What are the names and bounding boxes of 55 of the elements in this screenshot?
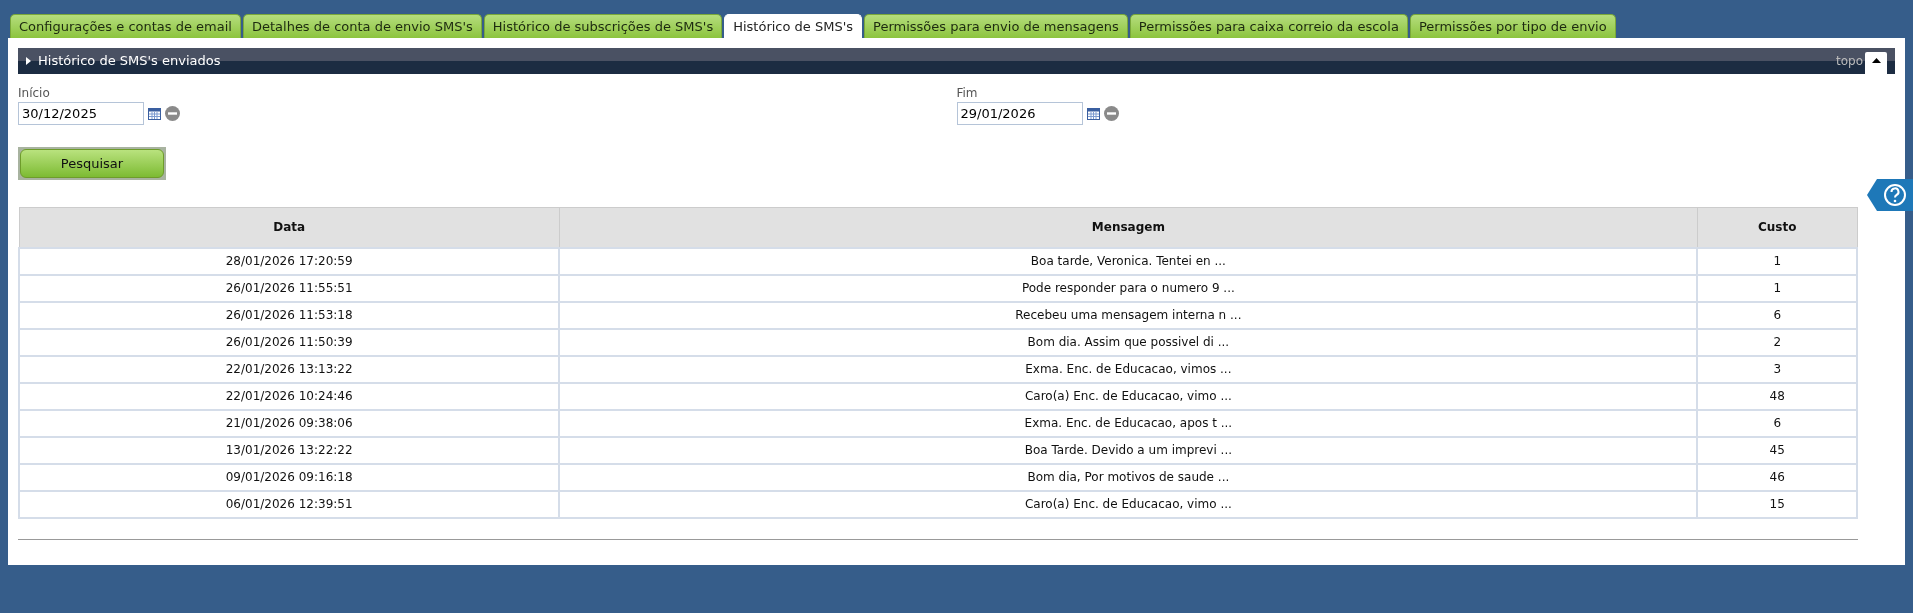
table-cell: Caro(a) Enc. de Educacao, vimo ... <box>559 490 1698 518</box>
section-title: Histórico de SMS's enviados <box>38 52 221 71</box>
tab[interactable]: Configurações e contas de email <box>10 14 241 38</box>
column-header: Mensagem <box>559 207 1698 248</box>
up-arrow-icon <box>1871 58 1881 63</box>
clear-icon[interactable] <box>165 106 180 121</box>
table-cell: 21/01/2026 09:38:06 <box>19 409 560 437</box>
tab[interactable]: Permissões para caixa correio da escola <box>1129 14 1408 38</box>
calendar-icon[interactable] <box>1086 107 1100 120</box>
table-cell: 13/01/2026 13:22:22 <box>19 436 560 464</box>
date-field[interactable]: 29/01/2026 <box>956 102 1083 125</box>
table-cell: 6 <box>1697 409 1857 437</box>
table-cell: 22/01/2026 13:13:22 <box>19 355 560 383</box>
search-button[interactable]: Pesquisar <box>20 149 164 178</box>
table-cell: 28/01/2026 17:20:59 <box>19 247 560 275</box>
table-cell: 1 <box>1697 247 1857 275</box>
table-cell: Pode responder para o numero 9 ... <box>559 274 1698 302</box>
expand-arrow-icon[interactable] <box>26 57 31 65</box>
table-cell: Boa tarde, Veronica. Tentei en ... <box>559 247 1698 275</box>
table-cell: 6 <box>1697 301 1857 329</box>
column-header: Custo <box>1697 207 1857 248</box>
table-cell: 48 <box>1697 382 1857 410</box>
help-icon[interactable] <box>1867 177 1913 213</box>
field-label: Fim <box>956 85 979 102</box>
column-header: Data <box>19 207 560 248</box>
scroll-top-button[interactable] <box>1865 52 1887 74</box>
table-cell: 26/01/2026 11:50:39 <box>19 328 560 356</box>
field-label: Início <box>18 85 51 102</box>
table-cell: 22/01/2026 10:24:46 <box>19 382 560 410</box>
table-cell: Recebeu uma mensagem interna n ... <box>559 301 1698 329</box>
table-cell: 26/01/2026 11:53:18 <box>19 301 560 329</box>
table-cell: 45 <box>1697 436 1857 464</box>
table-cell: 1 <box>1697 274 1857 302</box>
top-link[interactable]: topo <box>1836 52 1863 70</box>
table-cell: Caro(a) Enc. de Educacao, vimo ... <box>559 382 1698 410</box>
table-cell: Bom dia. Assim que possivel di ... <box>559 328 1698 356</box>
tab[interactable]: Histórico de SMS's <box>724 14 863 38</box>
table-cell: 09/01/2026 09:16:18 <box>19 463 560 491</box>
table-cell: Bom dia, Por motivos de saude ... <box>559 463 1698 491</box>
table-cell: Exma. Enc. de Educacao, vimos ... <box>559 355 1698 383</box>
tab[interactable]: Detalhes de conta de envio SMS's <box>242 14 482 38</box>
table-cell: Boa Tarde. Devido a um imprevi ... <box>559 436 1698 464</box>
table-cell: Exma. Enc. de Educacao, apos t ... <box>559 409 1698 437</box>
tab[interactable]: Permissões por tipo de envio <box>1409 14 1616 38</box>
table-cell: 06/01/2026 12:39:51 <box>19 490 560 518</box>
table-cell: 2 <box>1697 328 1857 356</box>
clear-icon[interactable] <box>1103 106 1119 121</box>
calendar-icon[interactable] <box>148 107 161 120</box>
date-field[interactable]: 30/12/2025 <box>18 102 144 125</box>
table-cell: 46 <box>1697 463 1857 491</box>
table-cell: 3 <box>1697 355 1857 383</box>
table-cell: 15 <box>1697 490 1857 518</box>
tab[interactable]: Histórico de subscrições de SMS's <box>483 14 723 38</box>
tab[interactable]: Permissões para envio de mensagens <box>864 14 1128 38</box>
table-cell: 26/01/2026 11:55:51 <box>19 274 560 302</box>
